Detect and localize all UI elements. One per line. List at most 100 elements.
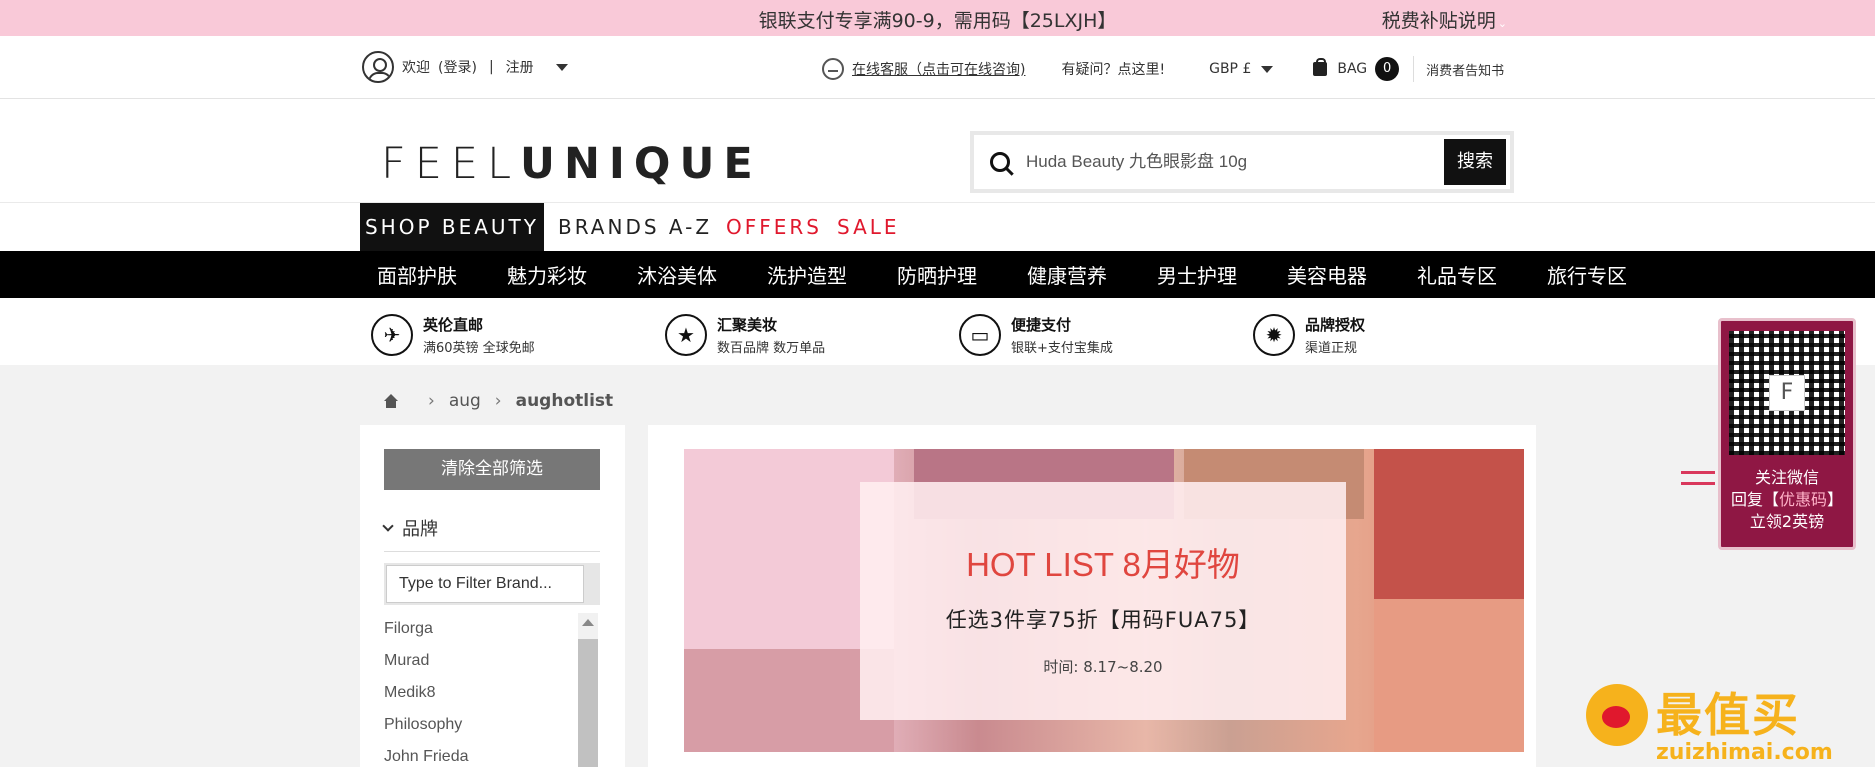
palette-swatch xyxy=(1374,449,1524,599)
usp-subtitle: 满60英镑 全球免邮 xyxy=(423,341,535,356)
brand-option[interactable]: John Frieda xyxy=(384,741,469,767)
brand-list-scrollbar[interactable] xyxy=(578,613,598,767)
category-item[interactable]: 沐浴美体 xyxy=(637,260,717,289)
breadcrumb-separator: › xyxy=(428,391,435,411)
badge-icon: ✹ xyxy=(1253,314,1295,356)
banner-dates: 时间: 8.17~8.20 xyxy=(1043,658,1163,676)
breadcrumb: › aug › aughotlist xyxy=(384,391,613,411)
main-tabs: SHOP BEAUTY BRANDS A-Z OFFERS SALE xyxy=(0,203,1875,251)
category-item[interactable]: 魅力彩妆 xyxy=(507,260,587,289)
brand-filter-toggle[interactable]: 品牌 xyxy=(382,515,438,541)
scroll-up-arrow-icon[interactable] xyxy=(582,619,594,626)
brand-option[interactable]: Murad xyxy=(384,645,469,677)
divider xyxy=(1413,56,1415,82)
category-item[interactable]: 美容电器 xyxy=(1287,260,1367,289)
usp-subtitle: 数百品牌 数万单品 xyxy=(717,341,826,356)
brand-option[interactable]: Filorga xyxy=(384,613,469,645)
feelunique-logo[interactable]: FEELUNIQUE xyxy=(381,139,762,189)
watermark-mascot-icon xyxy=(1586,684,1648,746)
star-icon: ★ xyxy=(665,314,707,356)
register-link[interactable]: 注册 xyxy=(506,57,534,77)
user-icon[interactable] xyxy=(362,51,394,83)
logo-part-light: FEEL xyxy=(381,139,521,189)
currency-label: GBP £ xyxy=(1209,61,1252,77)
utility-links: 在线客服（点击可在线咨询) 有疑问？点这里! GBP £ BAG 0 消费者告知… xyxy=(822,56,1504,82)
hot-list-banner[interactable]: HOT LIST 8月好物 任选3件享75折【用码FUA75】 时间: 8.17… xyxy=(684,449,1524,752)
usp-item: ▭ 便捷支付 银联+支付宝集成 xyxy=(959,314,1113,356)
site-header: FEELUNIQUE 搜索 xyxy=(0,99,1875,203)
plane-icon: ✈ xyxy=(371,314,413,356)
usp-subtitle: 银联+支付宝集成 xyxy=(1011,341,1113,356)
separator: | xyxy=(488,59,494,75)
brand-filter-heading: 品牌 xyxy=(402,519,438,540)
watermark-cn: 最值买 xyxy=(1656,688,1800,742)
home-icon[interactable] xyxy=(384,394,398,408)
search-icon xyxy=(990,152,1010,172)
banner-offer: 任选3件享75折【用码FUA75】 xyxy=(945,608,1261,632)
palette-swatch xyxy=(1374,599,1524,752)
scrollbar-thumb[interactable] xyxy=(578,639,598,767)
zuizhimai-watermark: 最值买 zuizhimai.com xyxy=(1586,684,1833,765)
qr-highlight: 优惠码 xyxy=(1778,490,1827,509)
faq-link[interactable]: 有疑问？点这里! xyxy=(1061,59,1165,79)
bag-button[interactable]: BAG 0 xyxy=(1313,57,1400,81)
consumer-notice-link[interactable]: 消费者告知书 xyxy=(1426,60,1504,79)
currency-selector[interactable]: GBP £ xyxy=(1209,61,1274,77)
breadcrumb-link-aug[interactable]: aug xyxy=(449,391,481,411)
banner-card: HOT LIST 8月好物 任选3件享75折【用码FUA75】 时间: 8.17… xyxy=(860,482,1346,720)
tab-shop-beauty[interactable]: SHOP BEAUTY xyxy=(360,203,544,251)
divider xyxy=(384,551,600,552)
logo-part-bold: UNIQUE xyxy=(520,139,762,189)
qr-line-1: 关注微信 xyxy=(1754,468,1819,487)
search-bar: 搜索 xyxy=(970,131,1514,193)
qr-caption: 关注微信 回复【优惠码】 立领2英镑 xyxy=(1721,467,1853,533)
brand-filter-input[interactable] xyxy=(386,565,584,603)
category-item[interactable]: 防晒护理 xyxy=(897,260,977,289)
usp-title: 英伦直邮 xyxy=(423,316,484,334)
tab-brands-a-z[interactable]: BRANDS A-Z xyxy=(558,203,712,251)
wechat-qr-widget[interactable]: F 关注微信 回复【优惠码】 立领2英镑 xyxy=(1681,318,1856,550)
search-input[interactable] xyxy=(1026,152,1426,172)
usp-title: 便捷支付 xyxy=(1011,316,1072,334)
caret-down-icon[interactable] xyxy=(555,63,568,71)
category-item[interactable]: 男士护理 xyxy=(1157,260,1237,289)
brand-filter-box xyxy=(384,563,600,605)
category-nav: 面部护肤 魅力彩妆 沐浴美体 洗护造型 防晒护理 健康营养 男士护理 美容电器 … xyxy=(0,251,1875,298)
promo-text: 银联支付专享满90-9，需用码【25LXJH】 xyxy=(758,10,1117,32)
usp-item: ✹ 品牌授权渠道正规 xyxy=(1253,314,1365,356)
breadcrumb-current: aughotlist xyxy=(515,391,614,411)
usp-subtitle: 渠道正规 xyxy=(1305,341,1358,356)
caret-down-icon xyxy=(1261,65,1274,73)
category-item[interactable]: 健康营养 xyxy=(1027,260,1107,289)
filter-sidebar: 清除全部筛选 品牌 Filorga Murad Medik8 Philosoph… xyxy=(360,425,625,767)
qr-line-3: 立领2英镑 xyxy=(1749,512,1825,531)
category-item[interactable]: 礼品专区 xyxy=(1417,260,1497,289)
utility-bar: 欢迎 (登录) | 注册 在线客服（点击可在线咨询) 有疑问？点这里! GBP … xyxy=(0,36,1875,99)
login-link[interactable]: (登录) xyxy=(438,57,477,77)
brand-option[interactable]: Philosophy xyxy=(384,709,469,741)
usp-title: 品牌授权 xyxy=(1305,316,1366,334)
breadcrumb-separator: › xyxy=(494,391,502,411)
watermark-en: zuizhimai.com xyxy=(1656,740,1833,765)
qr-line-2: 回复【优惠码】 xyxy=(1730,490,1844,509)
online-support-link[interactable]: 在线客服（点击可在线咨询) xyxy=(852,59,1025,79)
category-item[interactable]: 旅行专区 xyxy=(1547,260,1627,289)
brand-option[interactable]: Medik8 xyxy=(384,677,469,709)
main-content: HOT LIST 8月好物 任选3件享75折【用码FUA75】 时间: 8.17… xyxy=(648,425,1536,767)
chevron-down-icon: ⌄ xyxy=(1497,17,1507,30)
usp-title: 汇聚美妆 xyxy=(717,316,778,334)
search-button[interactable]: 搜索 xyxy=(1444,139,1506,185)
headset-icon xyxy=(822,58,844,80)
usp-item: ★ 汇聚美妆数百品牌 数万单品 xyxy=(665,314,825,356)
clear-all-filters-button[interactable]: 清除全部筛选 xyxy=(384,449,600,490)
chevron-down-icon xyxy=(382,520,394,532)
tab-sale[interactable]: SALE xyxy=(837,203,900,251)
category-item[interactable]: 面部护肤 xyxy=(377,260,457,289)
bag-count-badge: 0 xyxy=(1375,57,1400,81)
tax-subsidy-link[interactable]: 税费补贴说明 ⌄ xyxy=(1382,6,1507,33)
tab-offers[interactable]: OFFERS xyxy=(726,203,822,251)
category-item[interactable]: 洗护造型 xyxy=(767,260,847,289)
account-menu: 欢迎 (登录) | 注册 xyxy=(362,51,568,83)
shopping-bag-icon xyxy=(1313,58,1328,76)
promo-bar: 银联支付专享满90-9，需用码【25LXJH】 税费补贴说明 ⌄ xyxy=(0,0,1875,36)
